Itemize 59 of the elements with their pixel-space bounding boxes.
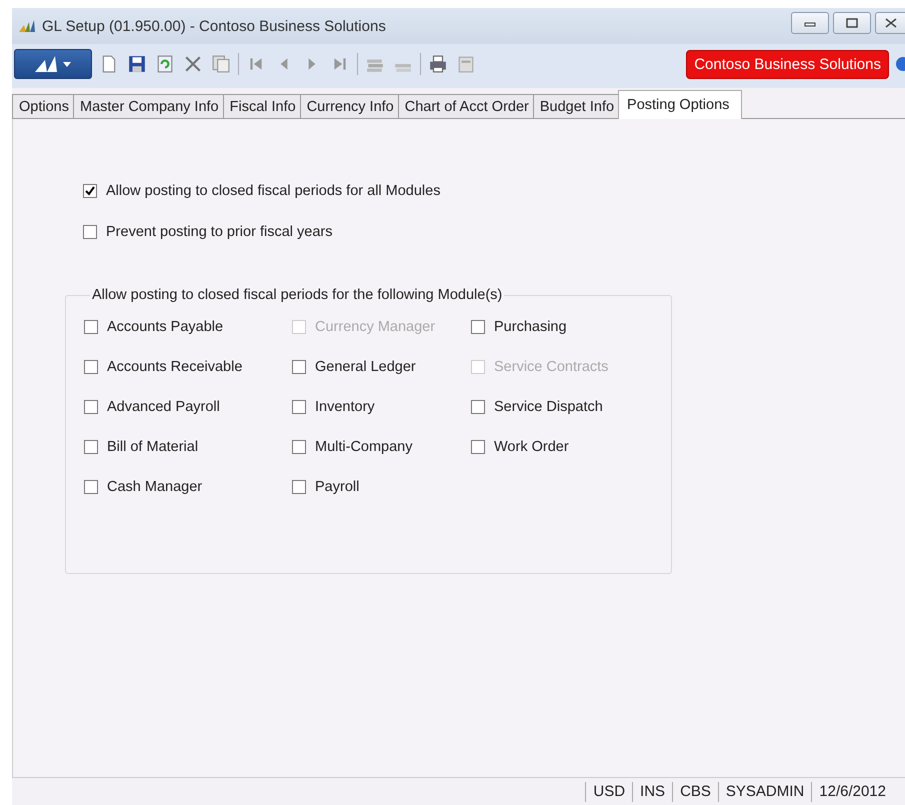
checkbox[interactable]: [84, 360, 98, 374]
tab[interactable]: Currency Info: [300, 94, 399, 118]
status-cell: SYSADMIN: [718, 782, 812, 802]
status-cell: 12/6/2012: [811, 782, 893, 802]
tab[interactable]: Posting Options: [618, 90, 742, 119]
group-title: Allow posting to closed fiscal periods for the following Module(s): [91, 287, 504, 303]
window-title: GL Setup (01.950.00) - Contoso Business Solutions: [42, 18, 386, 34]
checkbox[interactable]: [84, 480, 98, 494]
status-cell: CBS: [672, 782, 718, 802]
checkbox[interactable]: [83, 184, 97, 198]
checkbox-label: Accounts Receivable: [107, 359, 242, 375]
checkbox-label: Prevent posting to prior fiscal years: [106, 224, 332, 240]
checkbox[interactable]: [292, 400, 306, 414]
checkbox[interactable]: [83, 225, 97, 239]
checkbox[interactable]: [471, 440, 485, 454]
refresh-icon[interactable]: [156, 55, 174, 73]
checkbox-label: Currency Manager: [315, 319, 436, 335]
tab[interactable]: Chart of Acct Order: [398, 94, 534, 118]
app-menu-button[interactable]: [14, 49, 92, 79]
checkbox[interactable]: [292, 440, 306, 454]
checkbox[interactable]: [471, 320, 485, 334]
checkbox-label: Service Dispatch: [494, 399, 603, 415]
checkbox-label: Accounts Payable: [107, 319, 224, 335]
checkbox[interactable]: [471, 400, 485, 414]
checkbox-label: Advanced Payroll: [107, 399, 220, 415]
checkbox-label: General Ledger: [315, 359, 416, 375]
checkbox[interactable]: [84, 440, 98, 454]
checkbox-label: Bill of Material: [107, 439, 198, 455]
app-logo-icon: [18, 19, 38, 33]
checkbox-label: Multi-Company: [315, 439, 412, 455]
logo-dropdown-icon: [33, 54, 73, 74]
checkbox[interactable]: [84, 400, 98, 414]
checkbox-label: Inventory: [315, 399, 375, 415]
minimize-button[interactable]: [791, 12, 829, 34]
close-button[interactable]: [875, 12, 905, 34]
maximize-icon: [846, 18, 858, 28]
checkbox-label: Cash Manager: [107, 479, 202, 495]
save-icon[interactable]: [128, 55, 146, 73]
checkbox[interactable]: [84, 320, 98, 334]
maximize-button[interactable]: [833, 12, 871, 34]
company-button[interactable]: Contoso Business Solutions: [686, 50, 889, 78]
tab[interactable]: Fiscal Info: [222, 94, 301, 118]
print-icon[interactable]: [429, 55, 447, 73]
checkbox-label: Payroll: [315, 479, 360, 495]
tab[interactable]: Budget Info: [532, 94, 620, 118]
checkbox-label: Service Contracts: [494, 359, 608, 375]
checkbox-label: Work Order: [494, 439, 569, 455]
new-document-icon[interactable]: [100, 55, 118, 73]
tab[interactable]: Options: [12, 94, 74, 118]
checkbox-label: Purchasing: [494, 319, 567, 335]
delete-icon[interactable]: [184, 55, 202, 73]
checkbox-label: Allow posting to closed fiscal periods for all Modules: [106, 183, 440, 199]
status-cell: USD: [585, 782, 632, 802]
checkbox[interactable]: [292, 360, 306, 374]
checkbox[interactable]: [292, 480, 306, 494]
status-cell: INS: [632, 782, 672, 802]
copy-icon[interactable]: [212, 55, 230, 73]
close-icon: [884, 18, 896, 28]
tab[interactable]: Master Company Info: [72, 94, 224, 118]
